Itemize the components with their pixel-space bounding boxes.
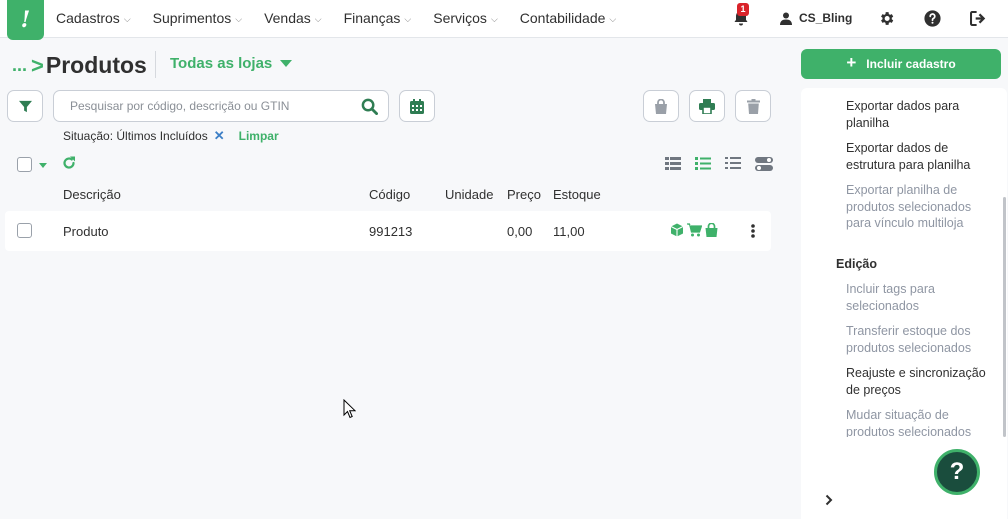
menu-servicos[interactable]: Serviços ⌵: [433, 10, 498, 26]
select-all-checkbox[interactable]: [17, 157, 32, 172]
breadcrumb-ellipsis[interactable]: ...: [12, 55, 27, 76]
side-actions-panel: Exportar dados para planilha Exportar da…: [801, 88, 1007, 519]
more-vertical-icon: [751, 224, 755, 238]
menu-cadastros[interactable]: Cadastros ⌵: [56, 10, 131, 26]
chevron-down-icon: ⌵: [123, 13, 131, 24]
help-menu-button[interactable]: [922, 0, 942, 36]
settings-button[interactable]: [876, 0, 896, 36]
menu-financas[interactable]: Finanças ⌵: [344, 10, 412, 26]
menu-contabilidade[interactable]: Contabilidade ⌵: [520, 10, 616, 26]
price-adjust-item[interactable]: Reajuste e sincronização de preços: [846, 365, 996, 398]
page-title: Produtos: [45, 52, 147, 78]
row-status-icons: [670, 223, 721, 237]
main-menu: Cadastros ⌵ Suprimentos ⌵ Vendas ⌵ Finanças…: [56, 0, 638, 36]
export-multistore-item: Exportar planilha de produtos selecionad…: [846, 183, 972, 230]
date-filter-button[interactable]: [399, 90, 435, 122]
column-header-descricao[interactable]: Descrição: [63, 187, 121, 202]
refresh-icon: [63, 156, 75, 169]
include-tags-item: Incluir tags para selecionados: [846, 282, 935, 313]
cart-icon: [687, 223, 702, 237]
chevron-down-icon: ⌵: [314, 13, 322, 24]
title-divider: [155, 51, 156, 78]
bling-logo[interactable]: !: [7, 0, 44, 40]
caret-down-icon: [280, 60, 293, 67]
box-icon: [670, 223, 684, 237]
logout-button[interactable]: [968, 0, 988, 36]
print-button[interactable]: [689, 90, 725, 122]
menu-label: Cadastros: [56, 10, 120, 26]
view-mode-switcher: [665, 157, 787, 172]
logout-icon: [969, 10, 985, 26]
include-record-button[interactable]: + Incluir cadastro: [801, 49, 1001, 79]
cell-codigo: 991213: [369, 224, 413, 239]
question-circle-icon: [923, 9, 941, 27]
top-navbar: ! Cadastros ⌵ Suprimentos ⌵ Vendas ⌵ Finanç…: [0, 0, 1008, 40]
menu-suprimentos[interactable]: Suprimentos ⌵: [153, 10, 242, 26]
table-row[interactable]: Produto 991213 0,00 11,00: [5, 211, 771, 251]
select-options-caret-icon[interactable]: [39, 163, 47, 168]
chevron-down-icon: ⌵: [235, 13, 243, 24]
export-structure-item[interactable]: Exportar dados de estrutura para planilh…: [846, 140, 996, 173]
column-header-unidade[interactable]: Unidade: [445, 187, 493, 202]
user-menu[interactable]: CS_Bling: [780, 0, 852, 36]
breadcrumb: ... > Produtos: [12, 52, 147, 79]
menu-label: Finanças: [343, 10, 401, 26]
row-actions-button[interactable]: [750, 223, 756, 242]
cell-estoque: 11,00: [553, 224, 585, 239]
row-checkbox[interactable]: [17, 223, 32, 238]
user-name: CS_Bling: [799, 11, 853, 25]
section-edicao-title: Edição: [836, 257, 877, 271]
menu-label: Serviços: [433, 10, 487, 26]
filter-button[interactable]: [7, 90, 43, 122]
shopping-bag-button[interactable]: [643, 90, 679, 122]
clear-filters-link[interactable]: Limpar: [239, 129, 279, 143]
collapse-panel-button[interactable]: [825, 494, 833, 509]
active-filter: Situação: Últimos Incluídos ✕ Limpar: [63, 128, 279, 144]
export-spreadsheet-item[interactable]: Exportar dados para planilha: [846, 98, 996, 131]
toggle-columns-icon[interactable]: [755, 157, 773, 172]
cell-descricao: Produto: [63, 224, 109, 239]
list-view-icon[interactable]: [695, 157, 711, 172]
transfer-stock-item: Transferir estoque dos produtos selecion…: [846, 324, 972, 355]
column-header-codigo[interactable]: Código: [369, 187, 410, 202]
shopping-bag-icon: [705, 223, 718, 237]
grid-view-icon[interactable]: [665, 157, 681, 172]
compact-list-view-icon[interactable]: [725, 157, 741, 172]
menu-vendas[interactable]: Vendas ⌵: [264, 10, 322, 26]
mouse-cursor-icon: [343, 399, 356, 419]
search-input[interactable]: [70, 97, 350, 115]
trash-icon: [746, 98, 760, 114]
column-header-preco[interactable]: Preço: [507, 187, 541, 202]
delete-button[interactable]: [735, 90, 771, 122]
store-selector[interactable]: Todas as lojas: [170, 55, 293, 72]
notification-count-badge: 1: [737, 3, 749, 16]
user-icon: [780, 12, 792, 25]
printer-icon: [699, 98, 715, 114]
panel-scrollbar[interactable]: [1003, 197, 1006, 437]
search-icon[interactable]: [361, 98, 378, 115]
active-filter-label: Situação: Últimos Incluídos: [63, 129, 208, 143]
plus-icon: +: [846, 53, 857, 72]
filter-icon: [18, 100, 32, 112]
change-status-item: Mudar situação de produtos selecionados: [846, 408, 972, 437]
chevron-down-icon: ⌵: [490, 13, 498, 24]
remove-filter-icon[interactable]: ✕: [214, 128, 225, 144]
search-box: [53, 90, 389, 122]
menu-label: Vendas: [264, 10, 311, 26]
help-floating-button[interactable]: ?: [934, 449, 980, 495]
menu-label: Suprimentos: [152, 10, 232, 26]
breadcrumb-separator: >: [31, 52, 44, 78]
include-record-label: Incluir cadastro: [866, 57, 956, 71]
chevron-right-icon: [825, 494, 833, 506]
menu-label: Contabilidade: [519, 10, 606, 26]
store-selector-label: Todas as lojas: [170, 55, 273, 72]
refresh-button[interactable]: [62, 156, 76, 173]
chevron-down-icon: ⌵: [404, 13, 412, 24]
shopping-bag-icon: [655, 98, 667, 114]
column-header-estoque[interactable]: Estoque: [553, 187, 601, 202]
gear-icon: [880, 11, 893, 25]
cell-preco: 0,00: [507, 224, 533, 239]
chevron-down-icon: ⌵: [609, 13, 617, 24]
calendar-icon: [410, 98, 424, 114]
